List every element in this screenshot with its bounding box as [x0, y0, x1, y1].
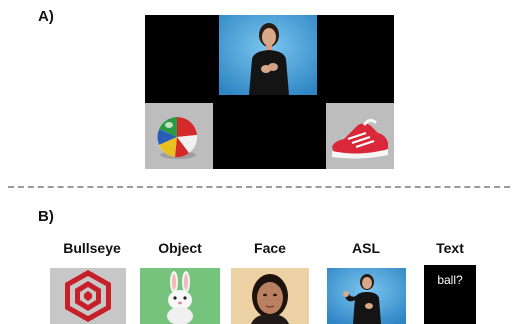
face-image: [231, 268, 309, 324]
stimulus-label-bullseye: Bullseye: [63, 240, 121, 256]
sneaker-picture: [326, 103, 394, 169]
signer-video: [219, 15, 317, 95]
stimulus-label-face: Face: [254, 240, 286, 256]
panel-b-label: B): [38, 208, 54, 225]
panel-a-label: A): [38, 8, 54, 25]
beach-ball-picture: [145, 103, 213, 169]
text-stimulus: ball?: [424, 265, 476, 324]
stimulus-label-asl: ASL: [352, 240, 380, 256]
stimulus-label-text: Text: [436, 240, 464, 256]
bullseye-image: [50, 268, 126, 324]
section-divider: [8, 186, 510, 188]
asl-image: [327, 268, 406, 324]
stimulus-label-object: Object: [158, 240, 202, 256]
text-stimulus-word: ball?: [437, 273, 463, 287]
object-image: [140, 268, 220, 324]
task-display: [145, 15, 394, 169]
